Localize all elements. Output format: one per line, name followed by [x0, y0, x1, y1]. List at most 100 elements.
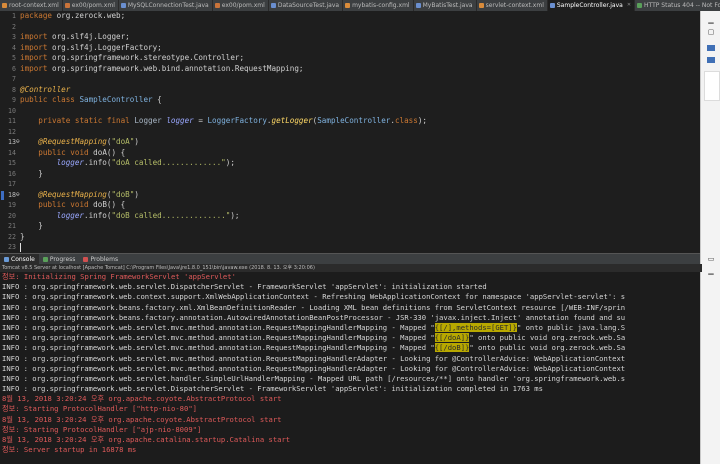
overview-ruler: [704, 71, 720, 101]
line-number: 8: [12, 85, 16, 94]
minimize-console-icon[interactable]: ▁: [705, 266, 717, 276]
console-line: INFO : org.springframework.beans.factory…: [2, 312, 626, 322]
console-line: INFO : org.springframework.web.servlet.m…: [0, 343, 700, 353]
progress-icon: [42, 256, 48, 262]
editor-tab-label: ex00/pom.xml: [71, 2, 115, 9]
code-line: 4 import org.slf4j.LoggerFactory;: [0, 43, 700, 54]
code-text: import org.slf4j.Logger;: [20, 32, 130, 43]
code-token: LoggerFactory: [207, 116, 267, 125]
code-line: 19 public void doB() {: [0, 200, 700, 211]
code-token: @RequestMapping: [38, 137, 107, 146]
close-tab-icon[interactable]: ✕: [627, 0, 631, 11]
code-token: logger: [56, 158, 85, 167]
code-text: public class SampleController {: [20, 95, 162, 106]
editor-tab[interactable]: ex00/pom.xml: [213, 0, 269, 11]
code-token: getLogger: [271, 116, 313, 125]
right-toolbar: ▁ ▢ ▭ ▁: [700, 11, 720, 464]
code-token: "doA": [111, 137, 135, 146]
code-token: ): [134, 137, 139, 146]
code-token: org.springframework.web.bind.annotation.…: [52, 63, 304, 73]
code-token: import: [20, 32, 53, 41]
code-line: 15 logger.info("doA called............."…: [0, 158, 700, 169]
line-number: 21: [8, 222, 16, 230]
console-line: INFO : org.springframework.web.servlet.D…: [2, 384, 543, 394]
code-text: }: [20, 169, 43, 180]
editor-tab[interactable]: MyBatisTest.java: [414, 0, 477, 11]
editor-tab[interactable]: ex00/pom.xml: [63, 0, 119, 11]
code-token: "doB called..............": [111, 210, 231, 220]
console-line: 8월 13, 2018 3:20:24 오후 org.apache.coyote…: [2, 414, 282, 424]
line-number: 14: [8, 148, 16, 157]
code-editor[interactable]: 1 package org.zerock.web; 2 3 import org.slf…: [0, 11, 700, 253]
code-token: .info(: [84, 158, 112, 167]
code-text: package org.zerock.web;: [20, 11, 125, 22]
code-token: }: [20, 221, 43, 230]
tab-label: Console: [11, 255, 35, 263]
code-line: 13 ⊖ @RequestMapping("doA"): [0, 137, 700, 148]
outline-view-icon[interactable]: [707, 45, 715, 51]
code-token: public void: [38, 147, 94, 157]
line-number: 18: [8, 190, 16, 199]
editor-tab[interactable]: root-context.xml: [0, 0, 63, 11]
line-number: 4: [12, 43, 16, 52]
restore-icon[interactable]: ▭: [705, 254, 717, 264]
console-text: " onto public java.lang.S: [516, 322, 626, 332]
console-output[interactable]: 정보: Initializing Spring FrameworkServlet…: [0, 272, 700, 464]
code-line: 22}: [0, 232, 700, 243]
code-token: "doA called.............": [111, 158, 226, 167]
tab-problems[interactable]: Problems: [79, 254, 122, 264]
console-line: 정보: Server startup in 16878 ms: [2, 445, 137, 455]
maximize-icon[interactable]: ▢: [705, 27, 717, 37]
editor-tab[interactable]: DataSourceTest.java: [269, 0, 344, 11]
tab-label: Progress: [49, 255, 76, 263]
mapped-url-highlight: {[/doB]}: [434, 343, 470, 353]
code-text: logger.info("doB called..............");: [20, 210, 240, 222]
code-token: org.slf4j.LoggerFactory;: [52, 42, 162, 52]
editor-tab-label: mybatis-config.xml: [352, 2, 410, 9]
editor-tab-label: HTTP Status 404 -- Not Fou...: [644, 2, 720, 9]
tab-progress[interactable]: Progress: [39, 254, 80, 264]
line-number: 13: [8, 138, 16, 146]
editor-tab[interactable]: servlet-context.xml: [477, 0, 548, 11]
text-cursor: [20, 242, 21, 252]
editor-tab-label: SampleController.java: [556, 2, 623, 9]
code-token: );: [417, 116, 427, 125]
file-icon: [64, 3, 70, 8]
line-number: 15: [8, 159, 16, 167]
code-line: 3 import org.slf4j.Logger;: [0, 32, 700, 43]
code-text: public void doB() {: [20, 200, 125, 211]
code-line: 18 ⊖ @RequestMapping("doB"): [0, 190, 700, 201]
editor-tab[interactable]: HTTP Status 404 -- Not Fou...: [635, 0, 720, 11]
console-line: 정보: Starting ProtocolHandler ["ajp-nio-8…: [2, 424, 202, 434]
console-line: INFO : org.springframework.web.servlet.D…: [2, 282, 487, 292]
editor-tab[interactable]: MySQLConnectionTest.java: [119, 0, 213, 11]
mapped-url-highlight: {[/],methods=[GET]}: [434, 322, 517, 332]
code-line: 7: [0, 74, 700, 85]
code-text: @Controller: [20, 85, 70, 96]
editor-tab[interactable]: mybatis-config.xml: [343, 0, 414, 11]
tab-console[interactable]: Console: [0, 254, 39, 264]
minimize-icon[interactable]: ▁: [705, 15, 717, 25]
code-token: class: [394, 116, 418, 125]
line-number: 6: [12, 64, 16, 73]
console-line: INFO : org.springframework.beans.factory…: [2, 302, 626, 312]
line-number: 19: [8, 201, 16, 209]
code-line: 9 public class SampleController {: [0, 95, 700, 106]
task-list-icon[interactable]: [707, 57, 715, 63]
code-token: =: [193, 116, 208, 125]
console-line: INFO : org.springframework.web.servlet.m…: [2, 363, 626, 373]
editor-tab[interactable]: SampleController.java ✕: [547, 0, 636, 11]
code-token: );: [230, 210, 240, 220]
code-line: 11 private static final Logger logger = …: [0, 116, 700, 127]
code-text: [20, 242, 21, 253]
line-number: 3: [12, 33, 16, 41]
code-token: {: [152, 95, 162, 104]
editor-tab-label: ex00/pom.xml: [221, 2, 265, 9]
code-text: @RequestMapping("doB"): [20, 190, 139, 201]
code-token: org.zerock.web;: [56, 11, 126, 20]
console-line: 정보: Initializing Spring FrameworkServlet…: [2, 272, 236, 281]
code-token: @RequestMapping: [38, 189, 107, 199]
code-text: }: [20, 232, 25, 243]
